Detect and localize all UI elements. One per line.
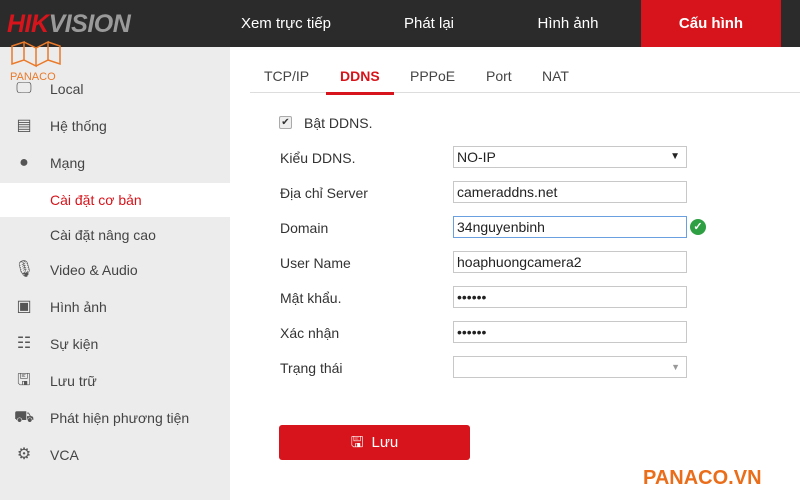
system-icon: ▤ (16, 117, 32, 134)
tab-pppoe[interactable]: PPPoE (410, 68, 455, 84)
sidebar-item-image[interactable]: ▣ Hình ảnh (0, 290, 230, 324)
confirm-password-input[interactable]: •••••• (453, 321, 687, 343)
microphone-icon: 🎙 (14, 261, 35, 278)
vehicle-icon: ⛟ (14, 409, 35, 426)
status-select[interactable]: ▼ (453, 356, 687, 378)
confirm-label: Xác nhận (280, 325, 340, 341)
nav-playback[interactable]: Phát lại (370, 0, 488, 47)
calendar-icon: ☷ (16, 335, 32, 352)
server-address-label: Địa chỉ Server (280, 185, 368, 201)
save-icon: 🖫 (17, 372, 31, 389)
sidebar: 🖵 Local ▤ Hệ thống ● Mạng Cài đặt cơ bản Cà… (0, 47, 230, 500)
enable-ddns-checkbox[interactable]: ✔ (279, 116, 292, 129)
top-bar: HIKVISION Xem trực tiếp Phát lại Hình ản… (0, 0, 800, 47)
tab-nat[interactable]: NAT (542, 68, 569, 84)
image-icon: ▣ (16, 298, 32, 315)
nav-live-view[interactable]: Xem trực tiếp (222, 0, 350, 47)
tab-ddns[interactable]: DDNS (326, 68, 394, 95)
save-button[interactable]: 🖫 Lưu (279, 425, 470, 460)
ddns-type-label: Kiểu DDNS. (280, 150, 356, 166)
password-input[interactable]: •••••• (453, 286, 687, 308)
nav-configuration[interactable]: Cấu hình (641, 0, 781, 47)
status-label: Trạng thái (280, 360, 343, 376)
sidebar-item-vehicle-detection[interactable]: ⛟ Phát hiện phương tiện (0, 401, 230, 435)
tab-bar: TCP/IP DDNS PPPoE Port NAT (250, 60, 800, 95)
sidebar-item-storage[interactable]: 🖫 Lưu trữ (0, 364, 230, 398)
nav-picture[interactable]: Hình ảnh (508, 0, 628, 47)
chevron-down-icon: ▼ (670, 151, 680, 162)
globe-icon: ● (19, 154, 29, 171)
save-icon: 🖫 (350, 434, 364, 451)
sidebar-item-video-audio[interactable]: 🎙 Video & Audio (0, 253, 230, 287)
domain-label: Domain (280, 220, 329, 236)
tab-tcpip[interactable]: TCP/IP (264, 68, 309, 84)
sidebar-item-advanced-settings[interactable]: Cài đặt nâng cao (0, 218, 230, 252)
sidebar-item-basic-settings[interactable]: Cài đặt cơ bản (0, 183, 230, 217)
ddns-type-select[interactable]: NO-IP ▼ (453, 146, 687, 168)
tab-port[interactable]: Port (486, 68, 512, 84)
panaco-logo: PANACO (10, 40, 61, 83)
server-address-input[interactable]: cameraddns.net (453, 181, 687, 203)
sidebar-item-event[interactable]: ☷ Sự kiện (0, 327, 230, 361)
sidebar-item-vca[interactable]: ⚙ VCA (0, 438, 230, 472)
username-input[interactable]: hoaphuongcamera2 (453, 251, 687, 273)
password-label: Mật khẩu. (280, 290, 342, 306)
check-circle-icon: ✓ (690, 219, 706, 235)
vca-icon: ⚙ (16, 446, 32, 463)
hikvision-logo: HIKVISION (7, 10, 131, 38)
domain-input[interactable]: 34nguyenbinh (453, 216, 687, 238)
watermark-text: PANACO.VN (643, 467, 762, 489)
username-label: User Name (280, 255, 351, 271)
sidebar-item-network[interactable]: ● Mạng (0, 146, 230, 180)
enable-ddns-label: Bật DDNS. (304, 115, 373, 131)
sidebar-item-system[interactable]: ▤ Hệ thống (0, 109, 230, 143)
chevron-down-icon: ▼ (671, 362, 680, 372)
panaco-logo-text: PANACO (10, 71, 56, 83)
